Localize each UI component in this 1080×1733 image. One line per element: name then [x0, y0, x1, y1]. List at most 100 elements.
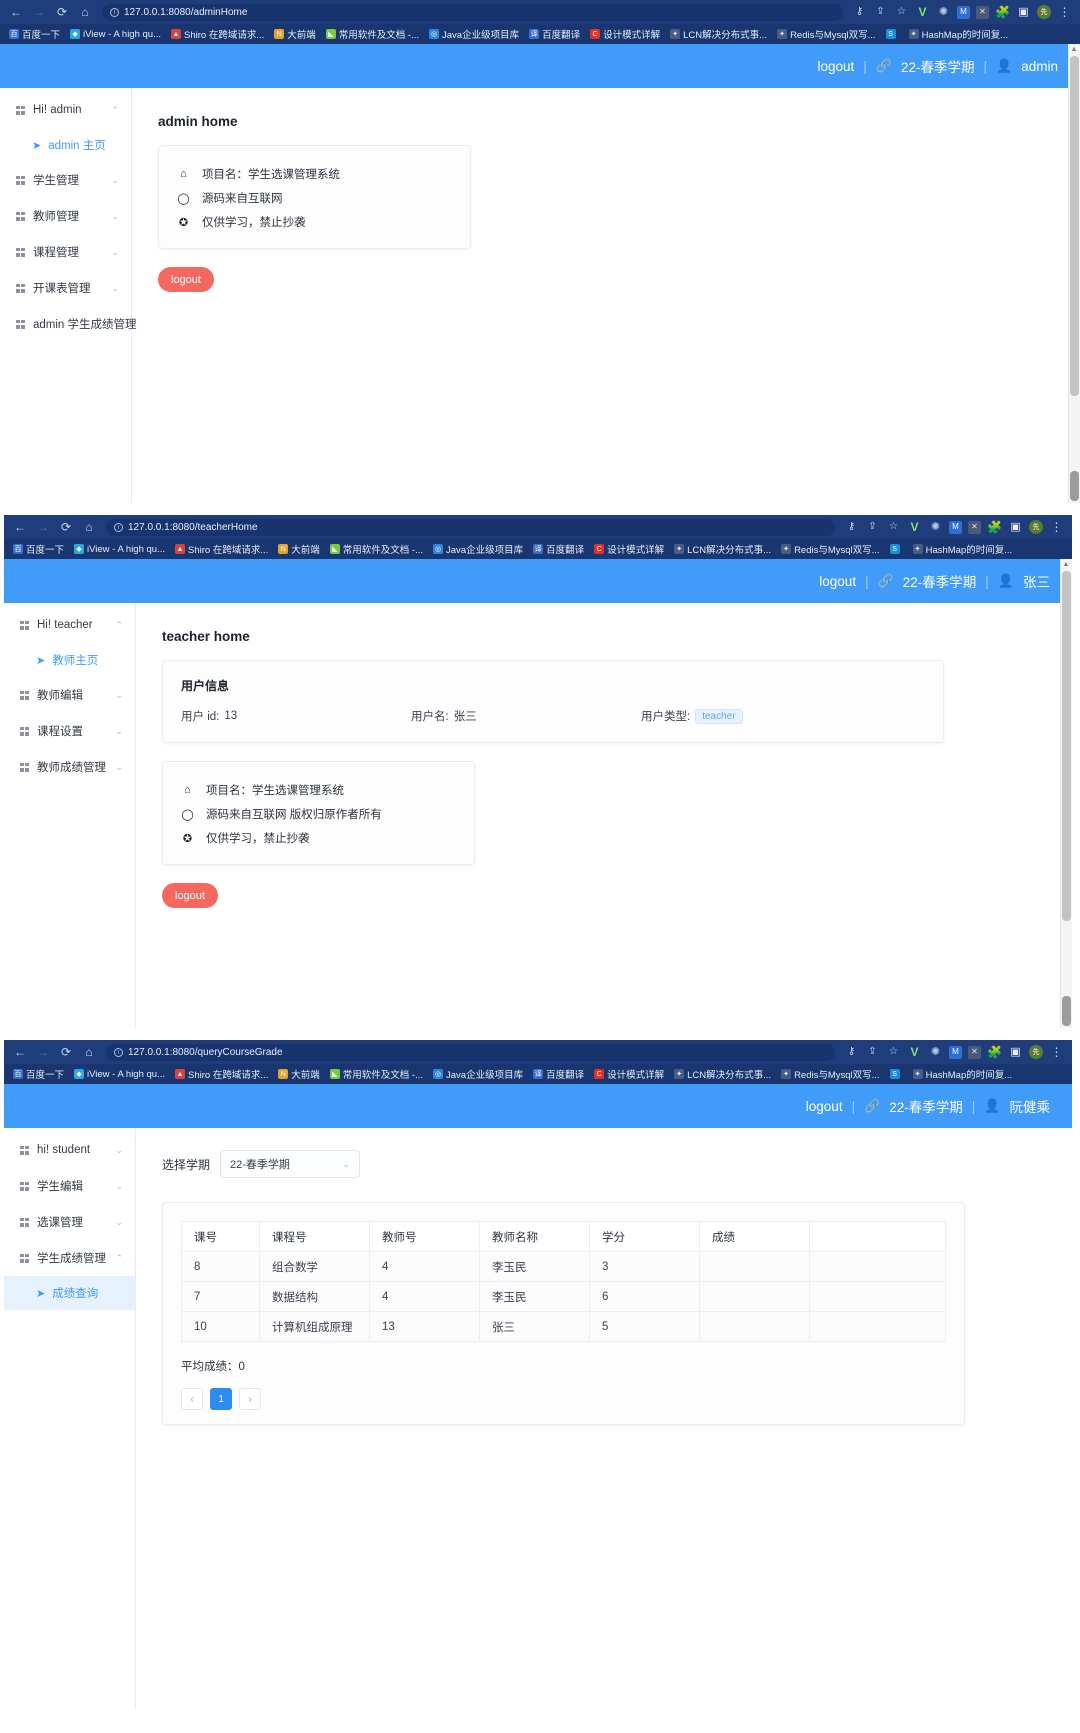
profile-avatar[interactable]: 先	[1029, 1045, 1043, 1059]
bookmark-item[interactable]: ◆ iView - A high qu...	[71, 544, 168, 555]
bookmark-item[interactable]: S	[883, 29, 902, 39]
logout-link[interactable]: logout	[819, 574, 856, 589]
reload-button[interactable]: ⟳	[52, 2, 72, 22]
back-button[interactable]: ←	[10, 517, 30, 537]
sidepanel-icon[interactable]: ▣	[1008, 1045, 1023, 1060]
sidebar-group-admin-grade-mgmt[interactable]: admin 学生成绩管理	[0, 306, 137, 342]
bookmark-item[interactable]: ◣ 常用软件及文档 -...	[323, 27, 422, 41]
sidebar-group-course-settings[interactable]: 课程设置 ⌄	[4, 713, 135, 749]
sidebar-group-student-mgmt[interactable]: 学生管理 ⌄	[0, 162, 131, 198]
puzzle-icon[interactable]: 🧩	[987, 520, 1002, 535]
key-icon[interactable]: ⚷	[852, 5, 867, 20]
key-icon[interactable]: ⚷	[844, 1045, 859, 1060]
home-button[interactable]: ⌂	[75, 2, 95, 22]
term-label[interactable]: 22-春季学期	[901, 56, 975, 76]
bookmark-item[interactable]: ✦ HashMap的时间复...	[906, 27, 1012, 41]
scrollbar-thumb[interactable]	[1062, 571, 1071, 921]
bookmark-item[interactable]: ◎ Java企业级项目库	[426, 27, 522, 41]
site-info-icon[interactable]: i	[110, 7, 119, 17]
current-user-label[interactable]: 张三	[1023, 571, 1050, 591]
bookmark-item[interactable]: ◎ Java企业级项目库	[430, 1067, 526, 1081]
back-button[interactable]: ←	[6, 2, 26, 22]
sidebar-group-teacher-edit[interactable]: 教师编辑 ⌄	[4, 677, 135, 713]
sidepanel-icon[interactable]: ▣	[1008, 520, 1023, 535]
star-icon[interactable]: ☆	[886, 1045, 901, 1060]
address-bar[interactable]: i 127.0.0.1:8080/adminHome	[102, 3, 843, 21]
scroll-up-arrow[interactable]: ▲	[1070, 46, 1078, 53]
x-extension-icon[interactable]: ✕	[968, 1045, 981, 1059]
bookmark-item[interactable]: C 设计模式详解	[587, 27, 663, 41]
v-extension-icon[interactable]: V	[907, 520, 922, 535]
term-select[interactable]: 22-春季学期 ⌄	[220, 1150, 361, 1178]
bookmark-item[interactable]: ▲ Shiro 在跨域请求...	[172, 542, 271, 556]
scroll-up-arrow[interactable]: ▲	[1062, 561, 1070, 568]
bookmark-item[interactable]: ✦ HashMap的时间复...	[910, 542, 1016, 556]
bookmark-item[interactable]: 译百度翻译	[530, 1067, 587, 1081]
scrollbar-thumb-bottom[interactable]	[1062, 996, 1071, 1026]
term-label[interactable]: 22-春季学期	[889, 1096, 963, 1116]
sidebar-group-hi-teacher[interactable]: Hi! teacher ⌃	[4, 607, 135, 643]
bookmark-item[interactable]: 译百度翻译	[530, 542, 587, 556]
sidebar-item-teacher-home[interactable]: ➤ 教师主页	[4, 643, 135, 677]
gear-extension-icon[interactable]: ✺	[928, 520, 943, 535]
home-button[interactable]: ⌂	[79, 517, 99, 537]
bookmark-item[interactable]: ✦ LCN解决分布式事...	[671, 1067, 774, 1081]
address-bar[interactable]: i 127.0.0.1:8080/queryCourseGrade	[106, 1043, 835, 1061]
current-user-label[interactable]: admin	[1021, 59, 1058, 74]
sidebar-group-schedule-mgmt[interactable]: 开课表管理 ⌄	[0, 270, 131, 306]
bookmark-item[interactable]: ✦ HashMap的时间复...	[910, 1067, 1016, 1081]
bookmark-item[interactable]: N 大前端	[275, 1067, 323, 1081]
bookmark-item[interactable]: S	[887, 1069, 906, 1079]
profile-avatar[interactable]: 先	[1037, 5, 1051, 19]
sidepanel-icon[interactable]: ▣	[1016, 5, 1031, 20]
bookmark-item[interactable]: 百百度一下	[6, 27, 63, 41]
bookmark-item[interactable]: ✦ LCN解决分布式事...	[671, 542, 774, 556]
kebab-menu-icon[interactable]: ⋮	[1057, 5, 1072, 20]
kebab-menu-icon[interactable]: ⋮	[1049, 520, 1064, 535]
sidebar-item-grade-query[interactable]: ➤ 成绩查询	[4, 1276, 135, 1310]
x-extension-icon[interactable]: ✕	[968, 520, 981, 534]
logout-link[interactable]: logout	[806, 1099, 843, 1114]
bookmark-item[interactable]: N 大前端	[275, 542, 323, 556]
back-button[interactable]: ←	[10, 1042, 30, 1062]
pagination-next[interactable]: ›	[239, 1388, 261, 1410]
page-scrollbar[interactable]: ▲	[1060, 559, 1072, 1028]
bookmark-item[interactable]: ✦ Redis与Mysql双写...	[778, 1067, 883, 1081]
home-button[interactable]: ⌂	[79, 1042, 99, 1062]
sidebar-group-course-mgmt[interactable]: 课程管理 ⌄	[0, 234, 131, 270]
bookmark-item[interactable]: C 设计模式详解	[591, 1067, 667, 1081]
sidebar-group-teacher-mgmt[interactable]: 教师管理 ⌄	[0, 198, 131, 234]
site-info-icon[interactable]: i	[114, 522, 123, 532]
m-extension-icon[interactable]: M	[949, 520, 962, 534]
bookmark-item[interactable]: N 大前端	[271, 27, 319, 41]
star-icon[interactable]: ☆	[886, 520, 901, 535]
forward-button[interactable]: →	[29, 2, 49, 22]
forward-button[interactable]: →	[33, 1042, 53, 1062]
bookmark-item[interactable]: 百百度一下	[10, 1067, 67, 1081]
bookmark-item[interactable]: S	[887, 544, 906, 554]
sidebar-item-admin-home[interactable]: ➤ admin 主页	[0, 128, 131, 162]
current-user-label[interactable]: 阮健乘	[1010, 1096, 1051, 1116]
x-extension-icon[interactable]: ✕	[976, 5, 989, 19]
sidebar-group-teacher-grade-mgmt[interactable]: 教师成绩管理 ⌄	[4, 749, 135, 785]
bookmark-item[interactable]: ◣ 常用软件及文档 -...	[327, 1067, 426, 1081]
puzzle-icon[interactable]: 🧩	[995, 5, 1010, 20]
profile-avatar[interactable]: 先	[1029, 520, 1043, 534]
kebab-menu-icon[interactable]: ⋮	[1049, 1045, 1064, 1060]
star-icon[interactable]: ☆	[894, 5, 909, 20]
page-scrollbar[interactable]: ▲	[1068, 44, 1080, 503]
bookmark-item[interactable]: ✦ LCN解决分布式事...	[667, 27, 770, 41]
v-extension-icon[interactable]: V	[915, 5, 930, 20]
reload-button[interactable]: ⟳	[56, 517, 76, 537]
logout-button[interactable]: logout	[158, 267, 214, 292]
gear-extension-icon[interactable]: ✺	[928, 1045, 943, 1060]
sidebar-group-student-edit[interactable]: 学生编辑 ⌄	[4, 1168, 135, 1204]
bookmark-item[interactable]: ◆ iView - A high qu...	[67, 29, 164, 40]
bookmark-item[interactable]: C 设计模式详解	[591, 542, 667, 556]
sidebar-group-hi-admin[interactable]: Hi! admin ⌃	[0, 92, 131, 128]
share-icon[interactable]: ⇪	[865, 520, 880, 535]
forward-button[interactable]: →	[33, 517, 53, 537]
share-icon[interactable]: ⇪	[873, 5, 888, 20]
bookmark-item[interactable]: ✦ Redis与Mysql双写...	[778, 542, 883, 556]
scrollbar-thumb-bottom[interactable]	[1070, 471, 1079, 501]
